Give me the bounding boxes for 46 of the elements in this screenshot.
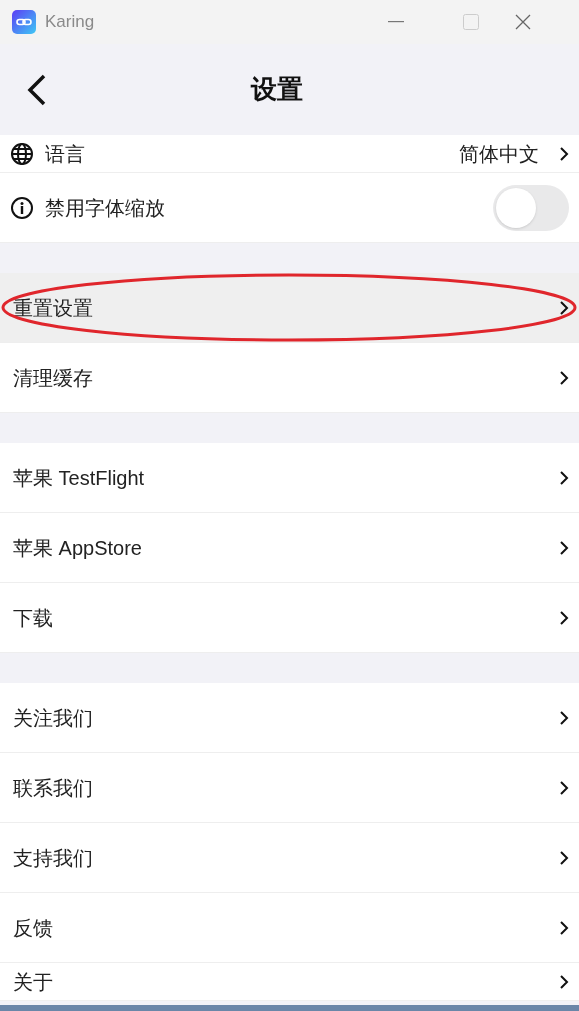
- row-label: 联系我们: [12, 775, 94, 801]
- settings-row[interactable]: 清理缓存: [0, 343, 579, 413]
- chevron-right-icon: [559, 779, 569, 796]
- row-label: 清理缓存: [12, 365, 94, 391]
- row-label: 语言: [44, 141, 86, 167]
- back-icon: [26, 72, 48, 107]
- chevron-right-icon: [559, 539, 569, 556]
- row-label: 苹果 TestFlight: [12, 465, 146, 491]
- app-logo-icon: [12, 10, 36, 34]
- chevron-right-icon: [559, 469, 569, 486]
- chevron-right-icon: [559, 369, 569, 386]
- settings-row[interactable]: 苹果 TestFlight: [0, 443, 579, 513]
- settings-row[interactable]: 支持我们: [0, 823, 579, 893]
- settings-row[interactable]: 苹果 AppStore: [0, 513, 579, 583]
- chevron-right-icon: [559, 709, 569, 726]
- minimize-icon: [388, 21, 404, 23]
- toggle-switch[interactable]: [493, 184, 569, 231]
- settings-row[interactable]: 反馈: [0, 893, 579, 963]
- row-label: 关注我们: [12, 705, 94, 731]
- row-label: 下载: [12, 605, 54, 631]
- settings-row[interactable]: 关注我们: [0, 683, 579, 753]
- settings-row[interactable]: 联系我们: [0, 753, 579, 823]
- close-icon: [515, 14, 531, 30]
- row-label: 苹果 AppStore: [12, 535, 143, 561]
- row-label: 重置设置: [12, 295, 94, 321]
- settings-row[interactable]: 语言 简体中文: [0, 135, 579, 173]
- page-title: 设置: [250, 73, 303, 106]
- chevron-right-icon: [559, 973, 569, 990]
- chevron-right-icon: [559, 849, 569, 866]
- maximize-icon: [463, 14, 479, 30]
- settings-row[interactable]: 关于: [0, 963, 579, 1001]
- chevron-right-icon: [559, 919, 569, 936]
- row-label: 关于: [12, 969, 54, 995]
- row-label: 禁用字体缩放: [44, 195, 166, 221]
- row-label: 支持我们: [12, 845, 94, 871]
- chevron-right-icon: [559, 299, 569, 316]
- row-value: 简体中文: [459, 141, 539, 167]
- settings-row[interactable]: 下载: [0, 583, 579, 653]
- info-icon: [10, 195, 34, 220]
- window-title: Karing: [45, 11, 95, 34]
- chevron-right-icon: [559, 609, 569, 626]
- settings-row[interactable]: 禁用字体缩放: [0, 173, 579, 243]
- row-label: 反馈: [12, 915, 54, 941]
- settings-row[interactable]: 重置设置: [0, 273, 579, 343]
- chevron-right-icon: [559, 145, 569, 162]
- globe-icon: [10, 141, 34, 166]
